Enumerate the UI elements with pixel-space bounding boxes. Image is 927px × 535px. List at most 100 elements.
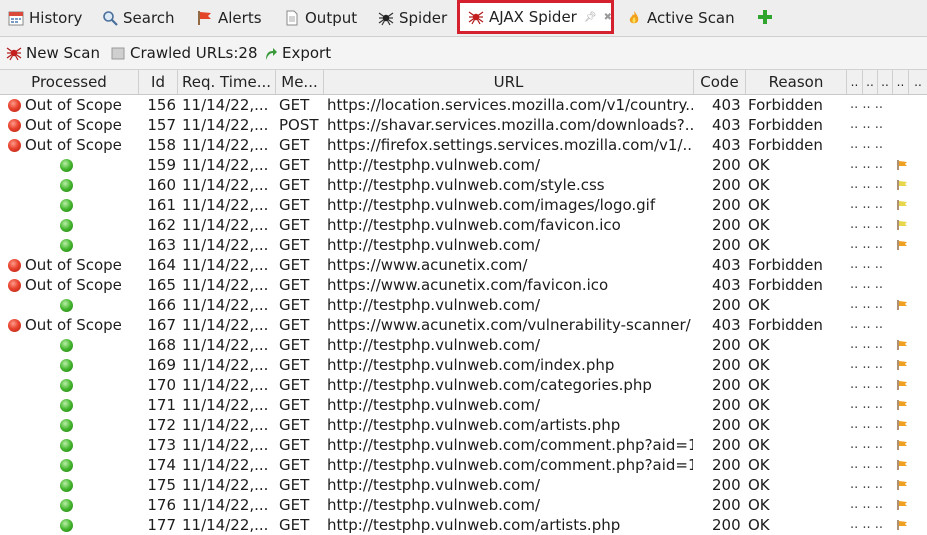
results-table-header: Processed Id Req. Time... Me... URL Code…: [0, 70, 927, 95]
reason-cell: OK: [748, 516, 770, 534]
id-cell: 165: [147, 276, 176, 294]
table-row[interactable]: Out of Scope 164 11/14/22,... GET https://ww…: [0, 255, 927, 275]
method-cell: GET: [279, 436, 310, 454]
req-time-cell: 11/14/22,...: [182, 356, 269, 374]
method-cell: GET: [279, 416, 310, 434]
close-tab-icon[interactable]: ✖: [604, 12, 612, 23]
column-header-id[interactable]: Id: [139, 70, 178, 94]
flag-cell: [897, 235, 911, 255]
reason-cell: Forbidden: [748, 96, 823, 114]
reason-cell: OK: [748, 196, 770, 214]
code-cell: 200: [712, 356, 741, 374]
tab-active-scan[interactable]: Active Scan: [626, 0, 735, 36]
tab-label: Spider: [399, 9, 448, 27]
table-row[interactable]: Out of Scope 156 11/14/22,... GET https://lo…: [0, 95, 927, 115]
column-header-extra-3[interactable]: ..: [878, 70, 893, 94]
table-row[interactable]: 168 11/14/22,... GET http://testphp.vulnweb…: [0, 335, 927, 355]
url-cell: http://testphp.vulnweb.com/comment.php?a…: [327, 436, 693, 454]
method-cell: GET: [279, 236, 310, 254]
column-header-req-time[interactable]: Req. Time...: [178, 70, 276, 94]
table-row[interactable]: 170 11/14/22,... GET http://testphp.vulnweb…: [0, 375, 927, 395]
table-row[interactable]: Out of Scope 157 11/14/22,... POST https://s…: [0, 115, 927, 135]
table-row[interactable]: 166 11/14/22,... GET http://testphp.vulnweb…: [0, 295, 927, 315]
req-time-cell: 11/14/22,...: [182, 196, 269, 214]
method-cell: GET: [279, 256, 310, 274]
url-cell: http://testphp.vulnweb.com/: [327, 236, 541, 254]
column-header-extra-1[interactable]: ..: [847, 70, 863, 94]
table-row[interactable]: 172 11/14/22,... GET http://testphp.vulnweb…: [0, 415, 927, 435]
table-row[interactable]: 163 11/14/22,... GET http://testphp.vulnweb…: [0, 235, 927, 255]
tab-search[interactable]: Search: [102, 0, 175, 36]
crawled-box-icon: [111, 47, 125, 60]
code-cell: 403: [712, 96, 741, 114]
processed-label: Out of Scope: [25, 136, 122, 154]
extra-cells: .. .. ..: [850, 257, 884, 272]
extra-cells: .. .. ..: [850, 377, 884, 392]
tab-spider[interactable]: Spider: [378, 0, 447, 36]
alerts-flag-icon: [198, 11, 211, 25]
reason-cell: OK: [748, 356, 770, 374]
flag-cell: [897, 375, 911, 395]
table-row[interactable]: 159 11/14/22,... GET http://testphp.vulnweb…: [0, 155, 927, 175]
pin-icon[interactable]: 📌︎: [584, 12, 597, 23]
extra-cells: .. .. ..: [850, 357, 884, 372]
id-cell: 168: [147, 336, 176, 354]
flag-cell: [897, 515, 911, 535]
column-header-reason[interactable]: Reason: [746, 70, 847, 94]
code-cell: 200: [712, 176, 741, 194]
table-row[interactable]: 171 11/14/22,... GET http://testphp.vulnweb…: [0, 395, 927, 415]
code-cell: 200: [712, 216, 741, 234]
column-header-extra-5[interactable]: ..: [909, 70, 927, 94]
extra-cells: .. .. ..: [850, 457, 884, 472]
tab-ajax-spider[interactable]: AJAX Spider 📌︎ ✖: [457, 0, 614, 34]
column-header-method[interactable]: Me...: [276, 70, 324, 94]
reason-cell: Forbidden: [748, 316, 823, 334]
req-time-cell: 11/14/22,...: [182, 256, 269, 274]
extra-cells: .. .. ..: [850, 317, 884, 332]
column-header-code[interactable]: Code: [694, 70, 746, 94]
url-cell: https://location.services.mozilla.com/v1…: [327, 96, 693, 114]
extra-cells: .. .. ..: [850, 217, 884, 232]
table-row[interactable]: 175 11/14/22,... GET http://testphp.vulnweb…: [0, 475, 927, 495]
table-row[interactable]: Out of Scope 165 11/14/22,... GET https://ww…: [0, 275, 927, 295]
table-row[interactable]: 173 11/14/22,... GET http://testphp.vulnweb…: [0, 435, 927, 455]
method-cell: GET: [279, 456, 310, 474]
processed-cell: Out of Scope: [8, 275, 140, 295]
table-row[interactable]: 160 11/14/22,... GET http://testphp.vulnweb…: [0, 175, 927, 195]
column-header-processed[interactable]: Processed: [0, 70, 139, 94]
column-header-url[interactable]: URL: [324, 70, 694, 94]
processed-ok-status-icon: [60, 438, 73, 452]
table-row[interactable]: 161 11/14/22,... GET http://testphp.vulnweb…: [0, 195, 927, 215]
code-cell: 200: [712, 396, 741, 414]
table-row[interactable]: 162 11/14/22,... GET http://testphp.vulnweb…: [0, 215, 927, 235]
column-header-extra-2[interactable]: ..: [863, 70, 878, 94]
extra-cells: .. .. ..: [850, 397, 884, 412]
processed-label: Out of Scope: [25, 116, 122, 134]
alert-flag-icon: [897, 380, 907, 390]
tab-output[interactable]: Output: [284, 0, 357, 36]
table-row[interactable]: 177 11/14/22,... GET http://testphp.vulnweb…: [0, 515, 927, 535]
export-button[interactable]: Export: [262, 37, 331, 69]
req-time-cell: 11/14/22,...: [182, 316, 269, 334]
results-table-body: Out of Scope 156 11/14/22,... GET https://lo…: [0, 95, 927, 535]
add-tab-plus-icon[interactable]: [756, 8, 774, 26]
table-row[interactable]: Out of Scope 158 11/14/22,... GET https://fi…: [0, 135, 927, 155]
req-time-cell: 11/14/22,...: [182, 476, 269, 494]
table-row[interactable]: 169 11/14/22,... GET http://testphp.vulnweb…: [0, 355, 927, 375]
tab-alerts[interactable]: Alerts: [197, 0, 262, 36]
url-cell: http://testphp.vulnweb.com/style.css: [327, 176, 605, 194]
id-cell: 158: [147, 136, 176, 154]
extra-cells: .. .. ..: [850, 97, 884, 112]
flag-cell: [897, 395, 911, 415]
method-cell: GET: [279, 196, 310, 214]
new-scan-button[interactable]: New Scan: [6, 37, 100, 69]
url-cell: https://shavar.services.mozilla.com/down…: [327, 116, 693, 134]
column-header-extra-4[interactable]: ..: [893, 70, 909, 94]
ajax-spider-icon: [6, 47, 22, 61]
table-row[interactable]: 176 11/14/22,... GET http://testphp.vulnweb…: [0, 495, 927, 515]
table-row[interactable]: Out of Scope 167 11/14/22,... GET https://ww…: [0, 315, 927, 335]
method-cell: GET: [279, 396, 310, 414]
table-row[interactable]: 174 11/14/22,... GET http://testphp.vulnweb…: [0, 455, 927, 475]
tab-history[interactable]: History: [8, 0, 82, 36]
crawled-urls-label: Crawled URLs:28: [130, 44, 258, 62]
